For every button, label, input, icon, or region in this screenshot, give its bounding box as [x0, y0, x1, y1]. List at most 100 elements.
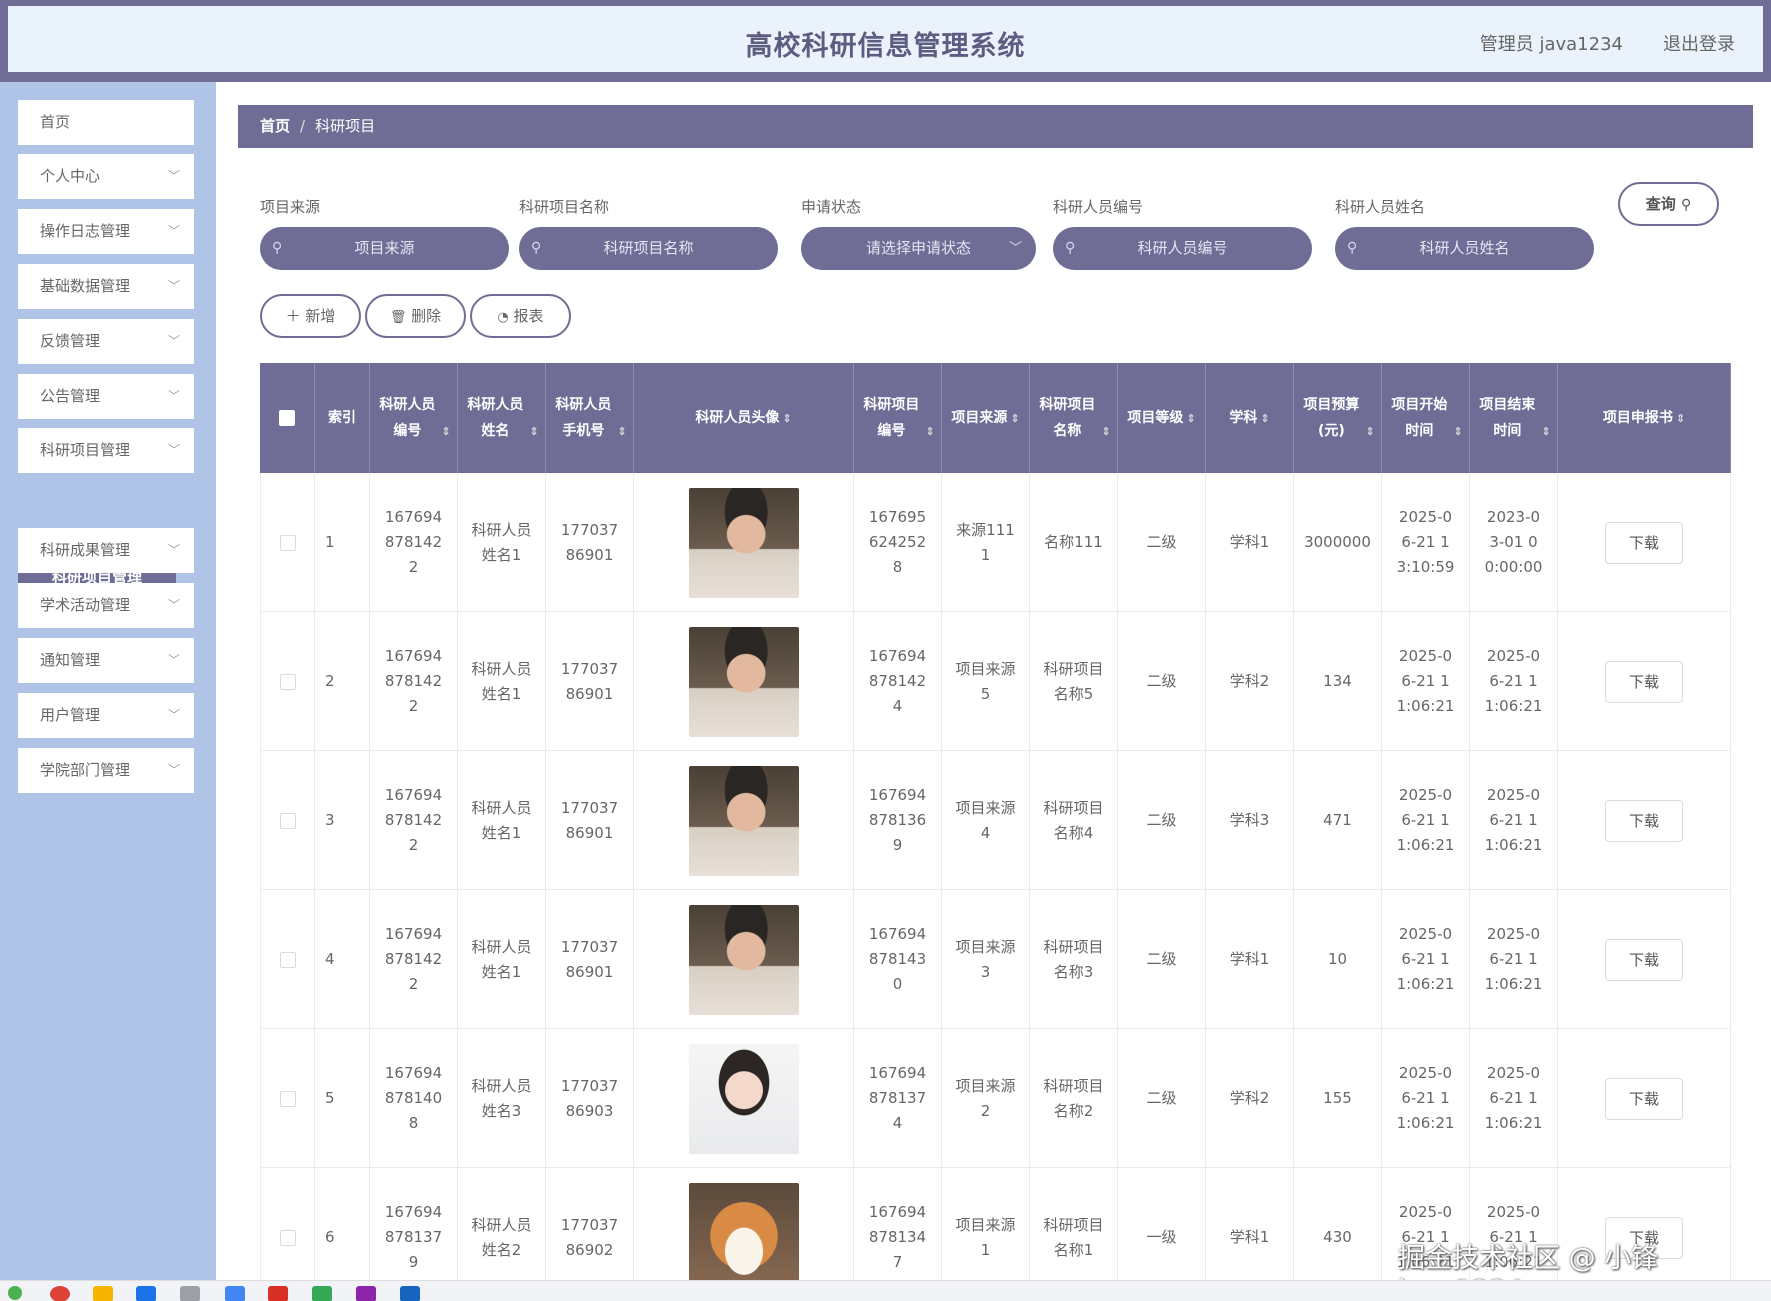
filter-placeholder: 科研人员编号 — [1137, 239, 1228, 257]
editor-icon[interactable] — [180, 1286, 200, 1301]
row-checkbox[interactable] — [279, 673, 296, 690]
cell-level: 二级 — [1118, 751, 1206, 890]
calendar-icon[interactable] — [400, 1286, 420, 1301]
filter-input-project-name[interactable]: ⚲ 科研项目名称 — [519, 227, 778, 270]
sidebar-item-academic-activity-manage[interactable]: 学术活动管理 ﹀ — [18, 583, 194, 628]
app-icon-purple[interactable] — [356, 1286, 376, 1301]
app-icon-green[interactable] — [312, 1286, 332, 1301]
row-checkbox[interactable] — [279, 1229, 296, 1246]
column-header[interactable]: 项目申报书 ⇕ — [1558, 363, 1731, 473]
column-header[interactable]: 科研项目编号 ⇕ — [854, 363, 942, 473]
row-checkbox[interactable] — [279, 812, 296, 829]
filter-input-staff-no[interactable]: ⚲ 科研人员编号 — [1053, 227, 1312, 270]
chevron-down-icon: ﹀ — [167, 389, 180, 403]
table-row[interactable]: 5 1676948781408 科研人员姓名3 17703786903 16769487… — [260, 1029, 1731, 1168]
search-app-icon[interactable] — [225, 1286, 245, 1301]
sort-icon[interactable]: ⇕ — [1186, 412, 1195, 425]
sidebar-item-research-result-manage[interactable]: 科研成果管理 ﹀ — [18, 528, 194, 573]
table-row[interactable]: 3 1676948781422 科研人员姓名1 17703786901 16769487… — [260, 751, 1731, 890]
sort-icon[interactable]: ⇕ — [529, 425, 538, 438]
filter-placeholder: 科研人员姓名 — [1419, 239, 1510, 257]
report-button[interactable]: ◔ 报表 — [470, 294, 571, 338]
filter-input-staff-name[interactable]: ⚲ 科研人员姓名 — [1335, 227, 1594, 270]
sidebar-item-notice-manage[interactable]: 公告管理 ﹀ — [18, 374, 194, 419]
cell-subject: 学科2 — [1206, 1029, 1294, 1168]
table-row[interactable]: 4 1676948781422 科研人员姓名1 17703786901 16769487… — [260, 890, 1731, 1029]
chrome-icon[interactable] — [50, 1286, 70, 1301]
cell-text: 科研人员姓名3 — [471, 1076, 532, 1120]
table-row[interactable]: 2 1676948781422 科研人员姓名1 17703786901 16769487… — [260, 612, 1731, 751]
delete-button[interactable]: 🗑 删除 — [365, 294, 466, 338]
chevron-down-icon: ﹀ — [167, 708, 180, 722]
cell-text: 2025-06-21 11:06:21 — [1396, 786, 1455, 854]
row-checkbox[interactable] — [279, 1090, 296, 1107]
sort-icon[interactable]: ⇕ — [1541, 425, 1550, 438]
sort-icon[interactable]: ⇕ — [617, 425, 626, 438]
breadcrumb-home[interactable]: 首页 — [260, 117, 290, 135]
download-button[interactable]: 下载 — [1605, 938, 1683, 981]
sidebar-item-personal-center[interactable]: 个人中心 ﹀ — [18, 154, 194, 199]
cell-text: 学科1 — [1229, 950, 1270, 968]
sidebar-item-basedata-manage[interactable]: 基础数据管理 ﹀ — [18, 264, 194, 309]
filter-input-project-source[interactable]: ⚲ 项目来源 — [260, 227, 509, 270]
sort-icon[interactable]: ⇕ — [1101, 425, 1110, 438]
column-header[interactable]: 项目开始时间 ⇕ — [1382, 363, 1470, 473]
sort-icon[interactable]: ⇕ — [441, 425, 450, 438]
sort-icon[interactable]: ⇕ — [782, 412, 791, 425]
column-header[interactable]: 科研人员头像 ⇕ — [634, 363, 854, 473]
column-header[interactable]: 科研人员编号 ⇕ — [370, 363, 458, 473]
app-icon-red[interactable] — [268, 1286, 288, 1301]
sort-icon[interactable]: ⇕ — [1453, 425, 1462, 438]
cell-subject: 学科1 — [1206, 473, 1294, 612]
sidebar-item-oplog-manage[interactable]: 操作日志管理 ﹀ — [18, 209, 194, 254]
query-button[interactable]: 查询 ⚲ — [1618, 182, 1719, 226]
column-header[interactable]: 项目预算(元) ⇕ — [1294, 363, 1382, 473]
column-header[interactable]: 科研项目名称 ⇕ — [1030, 363, 1118, 473]
sidebar-item-user-manage[interactable]: 用户管理 ﹀ — [18, 693, 194, 738]
cell-text: 项目来源5 — [955, 659, 1016, 703]
column-header[interactable]: 项目结束时间 ⇕ — [1470, 363, 1558, 473]
sidebar-item-research-project-manage[interactable]: 科研项目管理 ﹀ — [18, 428, 194, 473]
sort-icon[interactable]: ⇕ — [1365, 425, 1374, 438]
cell-source: 来源1111 — [942, 473, 1030, 612]
add-button[interactable]: ＋ 新增 — [260, 294, 361, 338]
column-header-label: 项目来源 — [951, 409, 1008, 426]
row-checkbox[interactable] — [279, 534, 296, 551]
cell-start: 2025-06-21 11:06:21 — [1382, 890, 1470, 1029]
filter-label-staff-no: 科研人员编号 — [1053, 198, 1144, 216]
row-checkbox[interactable] — [279, 951, 296, 968]
trash-icon: 🗑 — [389, 310, 407, 325]
sort-icon[interactable]: ⇕ — [1260, 412, 1269, 425]
download-button[interactable]: 下载 — [1605, 1077, 1683, 1120]
app-icon[interactable] — [8, 1286, 22, 1300]
cell-text: 科研项目名称5 — [1043, 659, 1104, 703]
chevron-down-icon: ﹀ — [167, 653, 180, 667]
cell-text: 2025-06-21 11:06:21 — [1484, 786, 1543, 854]
sidebar-item-department-manage[interactable]: 学院部门管理 ﹀ — [18, 748, 194, 793]
select-all-checkbox[interactable] — [279, 410, 295, 426]
sidebar-item-notification-manage[interactable]: 通知管理 ﹀ — [18, 638, 194, 683]
column-header[interactable]: 科研人员姓名 ⇕ — [458, 363, 546, 473]
download-button[interactable]: 下载 — [1605, 799, 1683, 842]
sidebar-item-home[interactable]: 首页 — [18, 100, 194, 145]
download-button[interactable]: 下载 — [1605, 521, 1683, 564]
table-row[interactable]: 1 1676948781422 科研人员姓名1 17703786901 16769562… — [260, 473, 1731, 612]
cell-text: 471 — [1323, 811, 1352, 829]
column-header[interactable]: 项目等级 ⇕ — [1118, 363, 1206, 473]
cell-staff-no: 1676948781422 — [370, 751, 458, 890]
sidebar-item-feedback-manage[interactable]: 反馈管理 ﹀ — [18, 319, 194, 364]
sort-icon[interactable]: ⇕ — [925, 425, 934, 438]
filter-select-apply-status[interactable]: 请选择申请状态 ﹀ — [801, 227, 1036, 270]
cell-subject: 学科2 — [1206, 612, 1294, 751]
column-header[interactable]: 学科 ⇕ — [1206, 363, 1294, 473]
sort-icon[interactable]: ⇕ — [1010, 412, 1019, 425]
column-header[interactable]: 科研人员手机号 ⇕ — [546, 363, 634, 473]
logout-link[interactable]: 退出登录 — [1663, 30, 1735, 56]
column-header-label: 项目结束时间 — [1479, 396, 1536, 439]
store-icon[interactable] — [136, 1286, 156, 1301]
sort-icon[interactable]: ⇕ — [1676, 412, 1685, 425]
folder-icon[interactable] — [93, 1286, 113, 1301]
column-header[interactable]: 项目来源 ⇕ — [942, 363, 1030, 473]
chevron-down-icon: ﹀ — [167, 334, 180, 348]
download-button[interactable]: 下载 — [1605, 660, 1683, 703]
